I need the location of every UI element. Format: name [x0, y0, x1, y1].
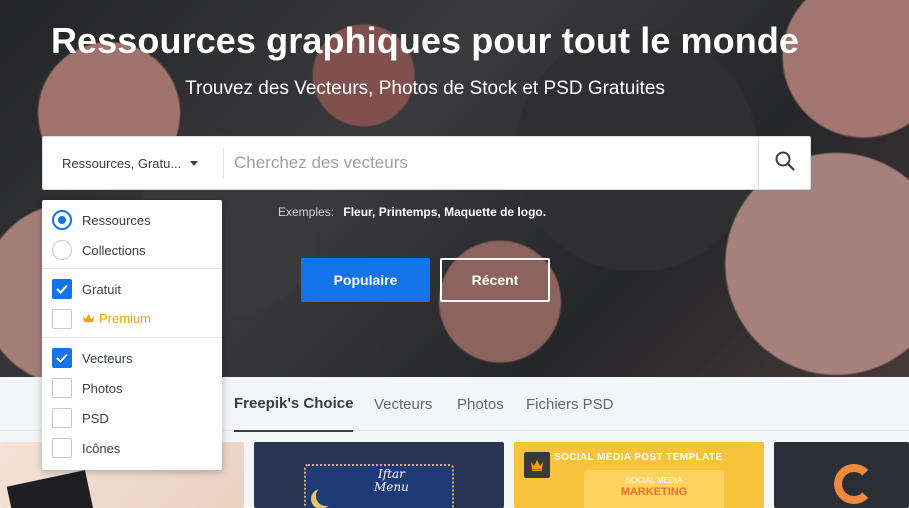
resource-type-group: Ressources Collections — [42, 205, 222, 269]
card-inner-panel: SOCIAL MEDIA MARKETING — [584, 470, 724, 508]
resource-card[interactable] — [774, 442, 909, 508]
resource-card[interactable]: Iftar Menu — [254, 442, 504, 508]
resource-card[interactable]: SOCIAL MEDIA POST TEMPLATE SOCIAL MEDIA … — [514, 442, 764, 508]
radio-empty-icon — [52, 240, 72, 260]
option-label: Collections — [82, 242, 146, 258]
examples-label: Exemples: — [278, 205, 335, 219]
option-psd[interactable]: PSD — [42, 403, 222, 433]
search-examples: Exemples: Fleur, Printemps, Maquette de … — [278, 205, 546, 219]
tab-vecteurs[interactable]: Vecteurs — [374, 377, 432, 431]
search-scope-menu: Ressources Collections Gratuit Premium V… — [42, 200, 222, 470]
option-label: Vecteurs — [82, 350, 133, 366]
option-collections[interactable]: Collections — [42, 235, 222, 265]
hero-title: Ressources graphiques pour tout le monde — [50, 20, 800, 61]
checkbox-checked-icon — [52, 348, 72, 368]
example-link[interactable]: Maquette de logo. — [444, 205, 546, 219]
option-label: Ressources — [82, 212, 151, 228]
checkbox-empty-icon — [52, 408, 72, 428]
search-scope-dropdown[interactable]: Ressources, Gratu... — [43, 137, 223, 189]
option-vecteurs[interactable]: Vecteurs — [42, 343, 222, 373]
premium-crown-icon — [524, 452, 550, 478]
option-label: Gratuit — [82, 281, 122, 297]
format-group: Vecteurs Photos PSD Icônes — [42, 338, 222, 466]
example-link[interactable]: Printemps, — [379, 205, 441, 219]
card-image-ring — [834, 464, 874, 504]
card-inner-line: SOCIAL MEDIA — [625, 476, 683, 485]
popular-button[interactable]: Populaire — [301, 258, 430, 302]
option-premium[interactable]: Premium — [42, 304, 222, 334]
search-scope-label: Ressources, Gratu... — [62, 155, 182, 171]
card-image-shape — [6, 470, 94, 508]
radio-selected-icon — [52, 210, 72, 230]
checkbox-empty-icon — [52, 378, 72, 398]
option-photos[interactable]: Photos — [42, 373, 222, 403]
recent-button[interactable]: Récent — [440, 258, 550, 302]
search-icon — [775, 151, 795, 176]
premium-text: Premium — [99, 311, 152, 326]
card-menu-line: Menu — [374, 480, 409, 494]
moon-icon — [316, 486, 336, 506]
search-input[interactable] — [224, 137, 758, 189]
checkbox-checked-icon — [52, 279, 72, 299]
tab-freepiks-choice[interactable]: Freepik's Choice — [234, 377, 354, 432]
card-title: SOCIAL MEDIA POST TEMPLATE — [554, 452, 723, 463]
option-gratuit[interactable]: Gratuit — [42, 274, 222, 304]
license-group: Gratuit Premium — [42, 269, 222, 338]
chevron-down-icon — [190, 160, 199, 166]
option-icones[interactable]: Icônes — [42, 433, 222, 463]
search-button[interactable] — [758, 137, 810, 189]
hero-subtitle: Trouvez des Vecteurs, Photos de Stock et… — [185, 78, 665, 99]
option-label: Icônes — [82, 440, 121, 456]
tab-photos[interactable]: Photos — [457, 377, 504, 431]
crown-icon — [82, 312, 95, 327]
option-ressources[interactable]: Ressources — [42, 205, 222, 235]
option-label-premium: Premium — [82, 311, 151, 327]
option-label: PSD — [82, 410, 109, 426]
card-inner-line: MARKETING — [620, 486, 688, 498]
option-label: Photos — [82, 380, 123, 396]
card-menu-text: Iftar Menu — [374, 468, 409, 494]
search-bar: Ressources, Gratu... — [42, 136, 811, 190]
checkbox-empty-icon — [52, 309, 72, 329]
example-link[interactable]: Fleur, — [343, 205, 375, 219]
tab-fichiers-psd[interactable]: Fichiers PSD — [526, 377, 614, 431]
checkbox-empty-icon — [52, 438, 72, 458]
